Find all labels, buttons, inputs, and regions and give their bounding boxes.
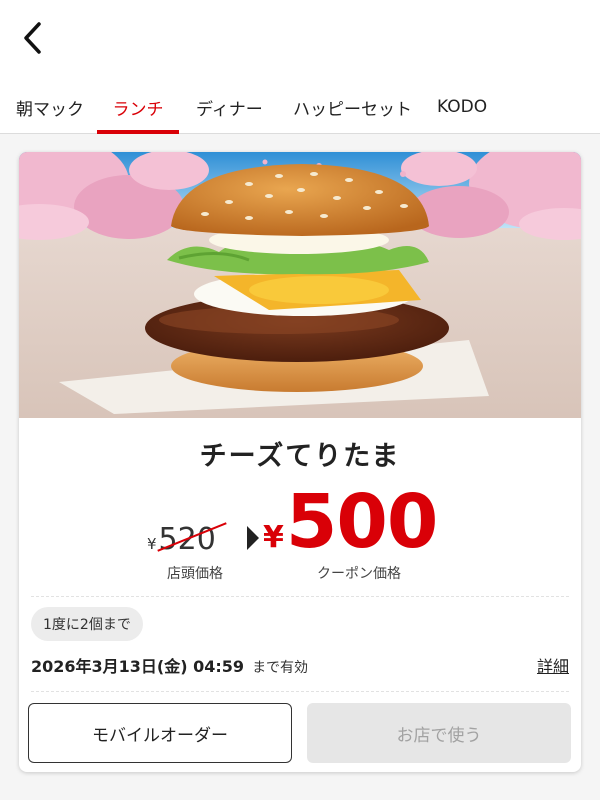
coupon-card: チーズてりたま ¥ 520 店頭価格 ¥ 500 クーポン価格 1度に2個まで … — [19, 152, 581, 772]
arrow-right-icon — [247, 526, 259, 550]
mobile-order-button[interactable]: モバイルオーダー — [28, 703, 292, 763]
use-in-store-button[interactable]: お店で使う — [307, 703, 571, 763]
expiry-suffix: まで有効 — [252, 660, 309, 676]
price-section: ¥ 520 店頭価格 ¥ 500 クーポン価格 — [19, 482, 581, 582]
store-price-currency: ¥ — [147, 535, 157, 553]
coupon-price-label: クーポン価格 — [317, 566, 401, 582]
coupon-price-amount: 500 — [285, 479, 438, 565]
chevron-left-icon — [24, 22, 41, 54]
back-button[interactable] — [14, 18, 50, 58]
coupon-price-currency: ¥ — [263, 520, 284, 555]
burger-illustration — [19, 152, 581, 418]
tab-lunch[interactable]: ランチ — [97, 80, 179, 134]
store-price: ¥ 520 — [147, 522, 227, 557]
expiry-date: 2026年3月13日(金) 04:59 — [31, 657, 245, 676]
top-bar: 朝マック ランチ ディナー ハッピーセット KODO — [0, 0, 600, 134]
tab-dinner[interactable]: ディナー — [196, 80, 263, 134]
tab-morning[interactable]: 朝マック — [16, 80, 84, 134]
limit-badge: 1度に2個まで — [31, 607, 143, 641]
coupon-price: ¥ 500 — [263, 479, 438, 565]
detail-link[interactable]: 詳細 — [537, 653, 569, 677]
tab-kodo[interactable]: KODO — [437, 80, 487, 134]
expiry-info: 2026年3月13日(金) 04:59 まで有効 — [31, 653, 308, 677]
store-price-amount: 520 — [156, 522, 227, 557]
tab-happy-set[interactable]: ハッピーセット — [293, 80, 412, 134]
divider — [31, 596, 569, 597]
category-tabs: 朝マック ランチ ディナー ハッピーセット KODO — [0, 80, 600, 134]
store-price-label: 店頭価格 — [167, 566, 223, 582]
product-name: チーズてりたま — [199, 441, 401, 472]
product-image — [19, 152, 581, 418]
divider — [31, 691, 569, 692]
